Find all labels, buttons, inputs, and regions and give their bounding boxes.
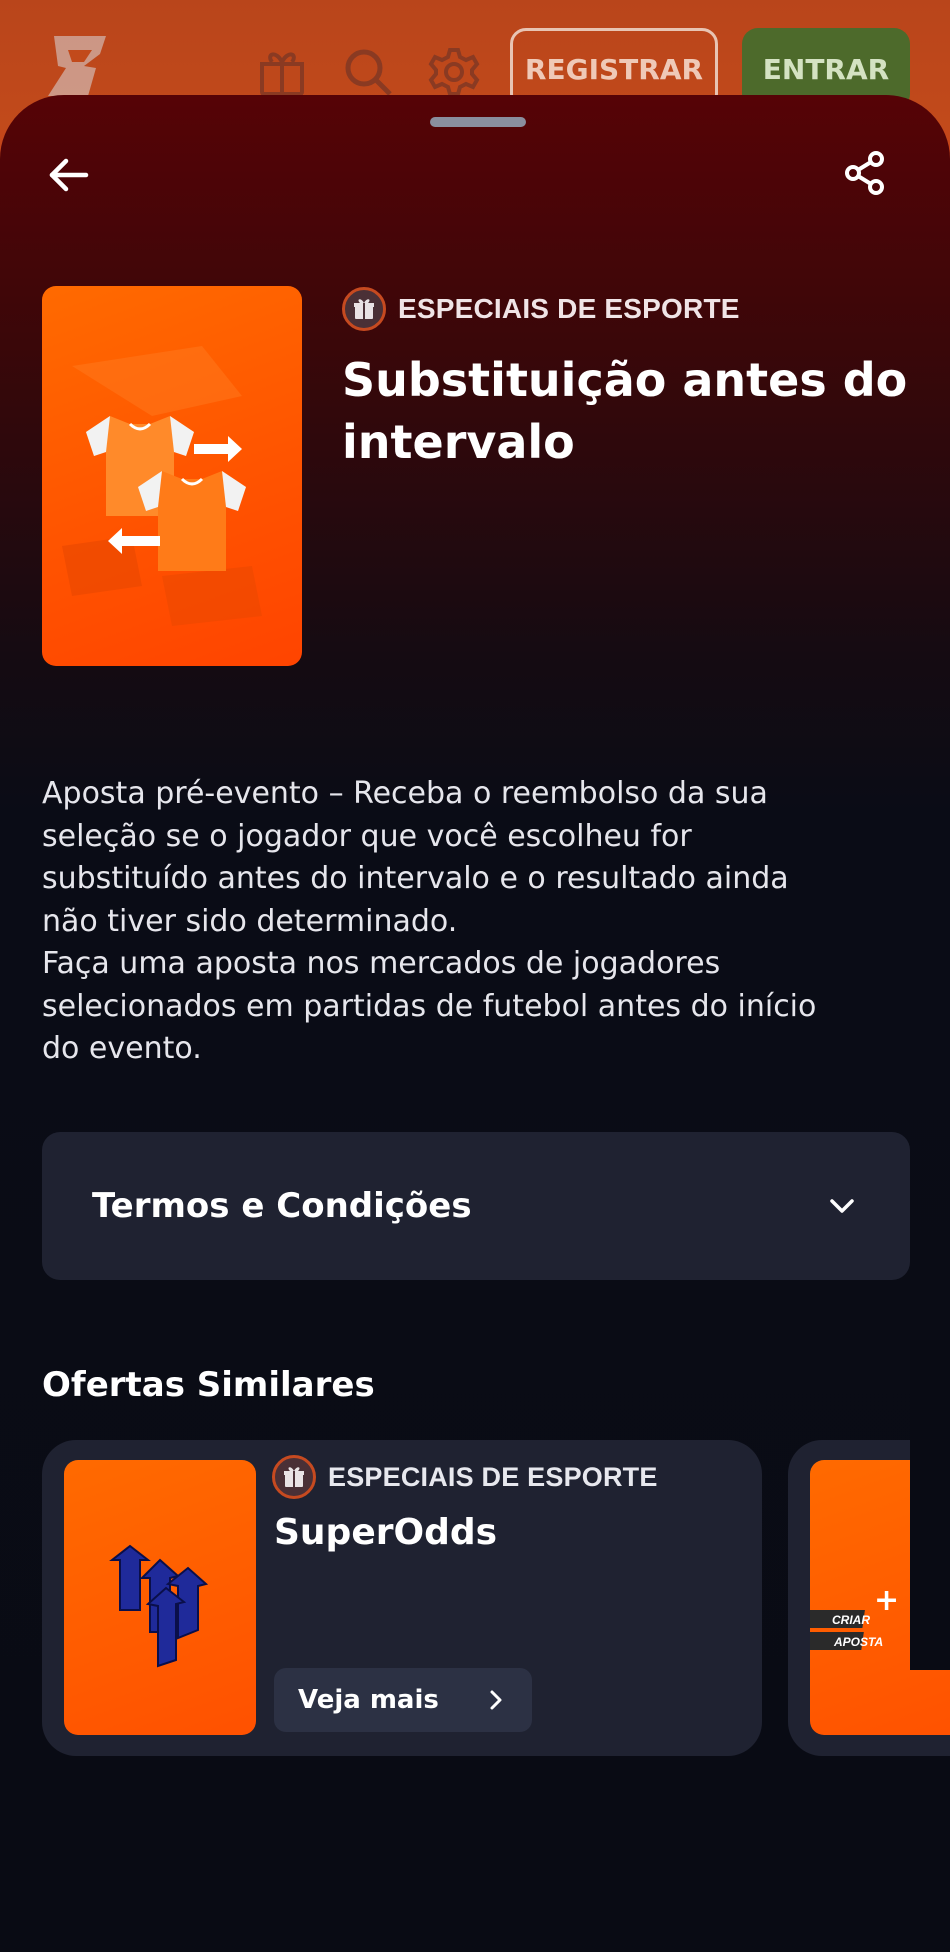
chevron-right-icon: [490, 1690, 502, 1710]
promo-category: ESPECIAIS DE ESPORTE: [342, 287, 740, 331]
bet-builder-text-2: APOSTA: [833, 1635, 883, 1649]
terms-accordion[interactable]: Termos e Condições: [42, 1132, 910, 1280]
gift-icon[interactable]: [256, 46, 308, 98]
logo-icon[interactable]: [44, 32, 116, 100]
offer-category: ESPECIAIS DE ESPORTE: [272, 1454, 658, 1500]
bet-builder-text-1: CRIAR: [832, 1613, 870, 1627]
search-icon[interactable]: [342, 46, 394, 98]
superodds-arrows-icon: [109, 1544, 209, 1668]
promo-image: [42, 286, 302, 666]
gift-badge-icon: [342, 287, 386, 331]
chevron-down-icon: [830, 1199, 854, 1213]
jerseys-substitution-icon: [62, 346, 262, 626]
superodds-image: [64, 1460, 256, 1735]
promo-title: Substituição antes do intervalo: [342, 353, 908, 469]
similar-offers-title: Ofertas Similares: [42, 1365, 375, 1405]
see-more-label: Veja mais: [298, 1685, 439, 1715]
viewport-edge: [910, 1340, 950, 1670]
category-label: ESPECIAIS DE ESPORTE: [398, 293, 740, 324]
offer-title: SuperOdds: [274, 1512, 498, 1553]
gear-icon[interactable]: [428, 46, 480, 98]
promo-description: Aposta pré-evento – Receba o reembolso d…: [42, 776, 817, 1066]
share-icon[interactable]: [840, 148, 890, 198]
promo-sheet: ESPECIAIS DE ESPORTE Substituição antes …: [0, 95, 950, 1952]
offer-card-superodds[interactable]: ESPECIAIS DE ESPORTE SuperOdds Veja mais: [42, 1440, 762, 1756]
terms-label: Termos e Condições: [92, 1186, 472, 1226]
gift-badge-icon: [272, 1455, 316, 1499]
see-more-button[interactable]: Veja mais: [274, 1668, 532, 1732]
sheet-drag-handle[interactable]: [430, 117, 526, 127]
svg-text:+: +: [874, 1583, 899, 1618]
offer-category-label: ESPECIAIS DE ESPORTE: [328, 1461, 658, 1492]
back-arrow-icon[interactable]: [44, 150, 94, 200]
